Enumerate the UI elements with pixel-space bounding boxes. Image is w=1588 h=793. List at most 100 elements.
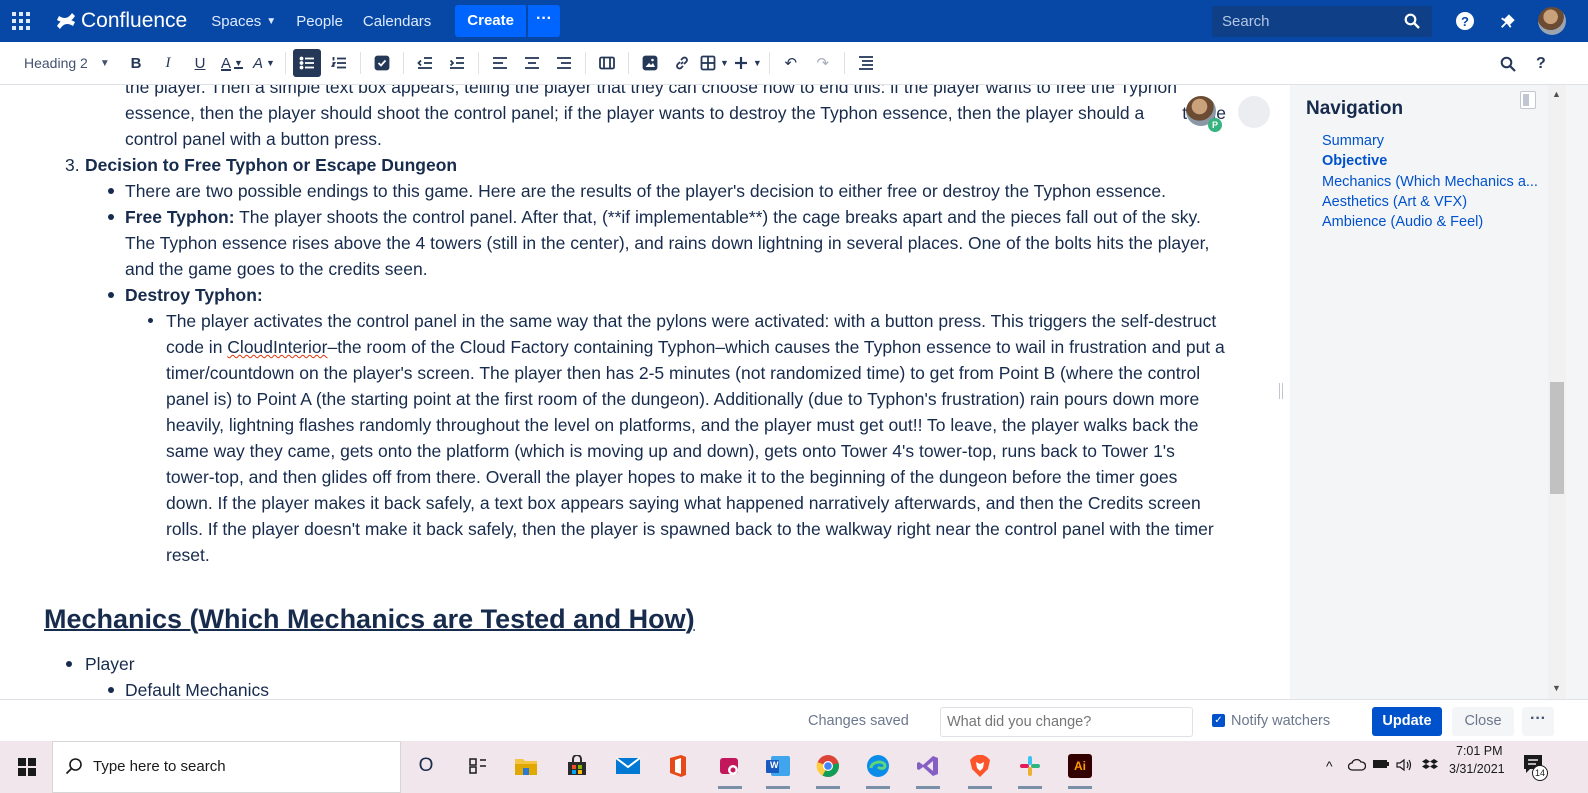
nav-link-aesthetics[interactable]: Aesthetics (Art & VFX) bbox=[1322, 194, 1467, 210]
insert-more-button[interactable]: ▼ bbox=[733, 49, 762, 77]
insert-table-button[interactable]: ▼ bbox=[700, 49, 729, 77]
page-editor-content[interactable]: the player. Then a simple text box appea… bbox=[0, 85, 1290, 699]
outdent-button[interactable] bbox=[411, 49, 439, 77]
paragraph-line: heavily, lightning flashes randomly thro… bbox=[166, 415, 1199, 435]
align-left-button[interactable] bbox=[486, 49, 514, 77]
scrollbar-track[interactable]: ▲ ▼ bbox=[1548, 85, 1566, 699]
task-list-button[interactable] bbox=[368, 49, 396, 77]
italic-button[interactable]: I bbox=[154, 49, 182, 77]
indent-icon bbox=[449, 57, 464, 69]
confluence-logo[interactable]: Confluence bbox=[56, 9, 187, 33]
snip-sketch-icon[interactable] bbox=[714, 750, 746, 789]
table-of-contents-button[interactable] bbox=[852, 49, 880, 77]
more-options-button[interactable]: ··· bbox=[1522, 707, 1554, 736]
list-item: Player bbox=[85, 654, 135, 674]
slack-icon[interactable] bbox=[1014, 750, 1046, 789]
nav-calendars[interactable]: Calendars bbox=[353, 0, 441, 42]
destroy-typhon-label: Destroy Typhon: bbox=[125, 285, 263, 305]
bullet-icon bbox=[108, 292, 114, 298]
page-scrollbar[interactable]: ▲ ▼ bbox=[1548, 85, 1588, 699]
app-switcher-icon[interactable] bbox=[0, 0, 42, 42]
microsoft-store-icon[interactable] bbox=[561, 750, 593, 782]
notify-watchers-checkbox[interactable]: ✓ bbox=[1212, 714, 1225, 727]
chevron-down-icon: ▼ bbox=[266, 15, 277, 27]
insert-link-button[interactable] bbox=[668, 49, 696, 77]
list-number: 3. bbox=[65, 155, 80, 175]
align-right-button[interactable] bbox=[550, 49, 578, 77]
close-button[interactable]: Close bbox=[1452, 707, 1514, 736]
mail-icon[interactable] bbox=[612, 750, 644, 782]
illustrator-icon[interactable]: Ai bbox=[1064, 750, 1096, 789]
file-explorer-icon[interactable] bbox=[510, 750, 542, 782]
text-color-button[interactable]: A ▼ bbox=[218, 49, 246, 77]
chrome-icon[interactable] bbox=[812, 750, 844, 789]
text-style-dropdown[interactable]: Heading 2 ▼ bbox=[0, 55, 120, 71]
scrollbar-thumb[interactable] bbox=[1550, 382, 1564, 494]
brave-icon[interactable] bbox=[964, 750, 996, 789]
nav-link-summary[interactable]: Summary bbox=[1322, 133, 1384, 149]
change-comment-input[interactable] bbox=[940, 707, 1193, 737]
chevron-down-icon: ▼ bbox=[234, 58, 243, 68]
windows-taskbar: Type here to search O W Ai ^ 7:01 PM 3/3… bbox=[0, 741, 1588, 793]
toolbar-divider bbox=[360, 52, 361, 74]
align-center-button[interactable] bbox=[518, 49, 546, 77]
scroll-down-icon[interactable]: ▼ bbox=[1552, 683, 1561, 693]
nav-calendars-label: Calendars bbox=[362, 12, 432, 30]
bold-button[interactable]: B bbox=[122, 49, 150, 77]
word-icon[interactable]: W bbox=[762, 750, 794, 789]
nav-spaces[interactable]: Spaces ▼ bbox=[201, 0, 286, 42]
nav-link-objective[interactable]: Objective bbox=[1322, 153, 1387, 169]
update-button[interactable]: Update bbox=[1372, 707, 1442, 736]
insert-image-button[interactable] bbox=[636, 49, 664, 77]
visual-studio-icon[interactable] bbox=[912, 750, 944, 789]
clock-time[interactable]: 7:01 PM bbox=[1456, 744, 1503, 758]
volume-icon[interactable] bbox=[1396, 758, 1414, 775]
help-icon[interactable]: ? bbox=[1456, 12, 1474, 30]
bullet-icon bbox=[66, 661, 72, 667]
bullet-list-button[interactable] bbox=[293, 49, 321, 77]
dropbox-icon[interactable] bbox=[1422, 758, 1438, 775]
chevron-down-icon: ▼ bbox=[752, 58, 762, 68]
nav-people[interactable]: People bbox=[286, 0, 353, 42]
indent-button[interactable] bbox=[443, 49, 471, 77]
search-input[interactable]: Search bbox=[1212, 6, 1432, 37]
page-layout-button[interactable] bbox=[593, 49, 621, 77]
keyboard-shortcuts-icon[interactable]: ? bbox=[1536, 42, 1546, 85]
edge-icon[interactable] bbox=[862, 750, 894, 789]
taskbar-search-input[interactable]: Type here to search bbox=[52, 741, 401, 793]
notification-icon[interactable] bbox=[1496, 9, 1520, 33]
notify-watchers-label[interactable]: Notify watchers bbox=[1231, 713, 1330, 729]
toolbar-divider bbox=[403, 52, 404, 74]
numbered-list-button[interactable] bbox=[325, 49, 353, 77]
undo-button[interactable]: ↶ bbox=[777, 49, 805, 77]
find-replace-icon bbox=[1500, 56, 1516, 72]
create-more-button[interactable]: ··· bbox=[528, 5, 560, 37]
bullet-icon bbox=[108, 188, 114, 194]
bullet-list-icon bbox=[299, 56, 314, 70]
battery-icon[interactable] bbox=[1372, 758, 1390, 773]
clock-date[interactable]: 3/31/2021 bbox=[1449, 762, 1505, 776]
scroll-up-icon[interactable]: ▲ bbox=[1552, 89, 1561, 99]
nav-link-mechanics[interactable]: Mechanics (Which Mechanics a... bbox=[1322, 174, 1538, 190]
underline-button[interactable]: U bbox=[186, 49, 214, 77]
task-view-icon[interactable] bbox=[462, 750, 494, 782]
link-icon bbox=[676, 56, 688, 70]
misspelled-word[interactable]: CloudInterior bbox=[227, 337, 327, 357]
tray-overflow-icon[interactable]: ^ bbox=[1326, 758, 1333, 774]
notification-count-badge: 14 bbox=[1532, 765, 1548, 781]
profile-avatar[interactable] bbox=[1538, 7, 1566, 35]
paragraph-line: rolls. If the player doesn't make it bac… bbox=[166, 519, 1214, 539]
collapse-sidebar-icon[interactable] bbox=[1520, 91, 1536, 109]
find-replace-button[interactable] bbox=[1500, 42, 1516, 85]
windows-start-icon[interactable] bbox=[18, 758, 36, 776]
align-right-icon bbox=[557, 57, 571, 69]
resize-handle[interactable] bbox=[1279, 383, 1283, 399]
text-formatting-button[interactable]: A ▼ bbox=[250, 49, 278, 77]
onedrive-icon[interactable] bbox=[1347, 758, 1367, 775]
office-icon[interactable] bbox=[662, 750, 694, 782]
checkbox-icon bbox=[374, 55, 390, 71]
cortana-icon[interactable]: O bbox=[410, 750, 442, 782]
create-button[interactable]: Create bbox=[455, 5, 526, 37]
redo-button[interactable]: ↷ bbox=[809, 49, 837, 77]
nav-link-ambience[interactable]: Ambience (Audio & Feel) bbox=[1322, 214, 1483, 230]
